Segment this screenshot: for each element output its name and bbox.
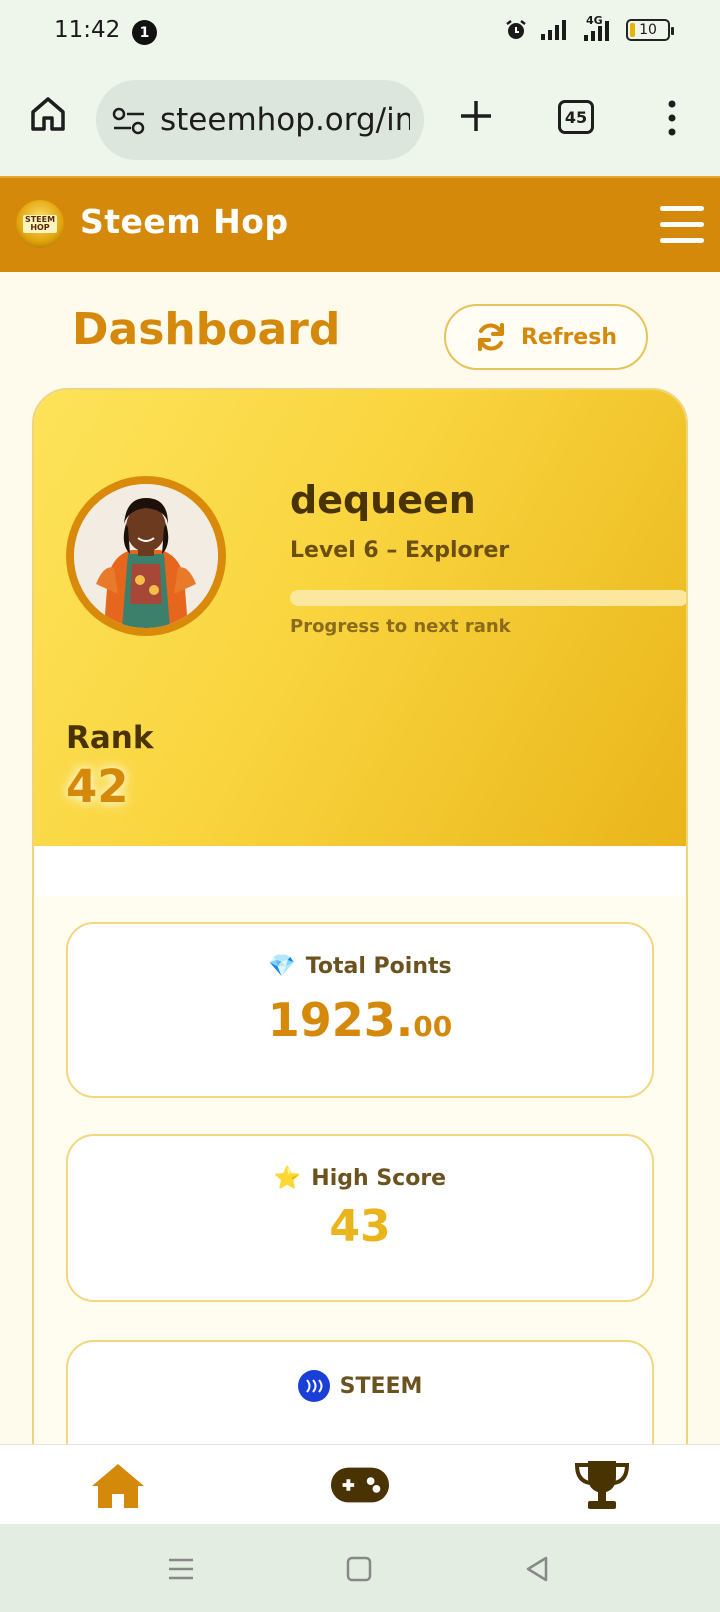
site-settings-icon[interactable]: [112, 106, 146, 136]
system-nav-bar: [0, 1524, 720, 1612]
browser-toolbar: steemhop.org/inc 45: [0, 66, 720, 176]
steem-logo-icon: [297, 1370, 330, 1402]
logo-lettering: STEEM HOP: [22, 215, 58, 233]
username: dequeen: [290, 478, 476, 522]
hamburger-menu-icon[interactable]: [660, 206, 704, 246]
browser-home-icon[interactable]: [28, 94, 68, 134]
trophy-icon: [574, 1461, 630, 1509]
nav-games[interactable]: [330, 1457, 390, 1513]
profile-hero: dequeen Level 6 – Explorer Progress to n…: [34, 390, 686, 846]
high-score-card: ⭐ High Score 43: [66, 1134, 654, 1302]
steem-card: STEEM: [66, 1340, 654, 1444]
progress-label: Progress to next rank: [290, 616, 511, 637]
battery-icon: 10: [626, 19, 674, 41]
avatar: [66, 476, 226, 636]
steem-title: STEEM: [68, 1370, 652, 1402]
high-score-title: ⭐ High Score: [68, 1166, 652, 1191]
site-title[interactable]: Steem Hop: [80, 202, 289, 241]
new-tab-icon[interactable]: [458, 98, 494, 134]
total-points-decimal: 00: [413, 1010, 453, 1043]
status-icons: 4G 10: [504, 14, 674, 42]
high-score-value: 43: [329, 1201, 391, 1252]
back-icon[interactable]: [522, 1554, 552, 1584]
refresh-icon: [478, 323, 505, 351]
browser-menu-icon[interactable]: [662, 98, 682, 138]
page-title: Dashboard: [72, 304, 341, 355]
alarm-icon: [506, 20, 526, 39]
total-points-label: Total Points: [305, 954, 452, 979]
rank-progress-bar: [290, 590, 686, 606]
refresh-button[interactable]: Refresh: [444, 304, 648, 370]
star-icon: ⭐: [273, 1166, 302, 1191]
signal-icon: [541, 20, 566, 40]
refresh-label: Refresh: [521, 324, 617, 350]
url-text[interactable]: steemhop.org/inc: [160, 102, 410, 138]
nav-leaderboard[interactable]: [572, 1457, 632, 1513]
gem-icon: 💎: [268, 954, 296, 979]
logo-text-bottom: HOP: [30, 223, 50, 232]
url-bar[interactable]: steemhop.org/inc: [96, 80, 424, 160]
home-icon: [92, 1464, 144, 1508]
avatar-photo: [74, 484, 218, 628]
battery-level: 10: [639, 22, 657, 38]
rank-label: Rank: [66, 720, 154, 756]
gamepad-icon: [330, 1467, 390, 1503]
nav-home[interactable]: [88, 1457, 148, 1513]
profile-card: dequeen Level 6 – Explorer Progress to n…: [32, 388, 688, 1444]
system-home-icon[interactable]: [344, 1554, 374, 1584]
site-header: STEEM HOP Steem Hop: [0, 176, 720, 272]
site-logo[interactable]: STEEM HOP: [16, 200, 64, 248]
web-page: STEEM HOP Steem Hop Dashboard Refresh de…: [0, 176, 720, 1444]
status-bar: 11:42 1 4G 10: [0, 0, 720, 66]
steem-label: STEEM: [339, 1373, 423, 1399]
4g-signal-icon: 4G: [582, 14, 614, 42]
high-score-label: High Score: [311, 1166, 447, 1191]
status-time: 11:42: [54, 17, 121, 43]
notification-count-badge: 1: [132, 20, 157, 45]
total-points-title: 💎 Total Points: [68, 954, 652, 979]
level-text: Level 6 – Explorer: [290, 538, 510, 563]
bottom-app-nav: [0, 1444, 720, 1524]
tab-switcher-button[interactable]: 45: [558, 100, 594, 134]
total-points-value: 1923.00: [68, 993, 652, 1047]
total-points-whole: 1923.: [267, 993, 414, 1047]
rank-value: 42: [66, 760, 129, 813]
total-points-card: 💎 Total Points 1923.00: [66, 922, 654, 1098]
recent-apps-icon[interactable]: [166, 1554, 196, 1584]
profile-divider-band: [34, 846, 686, 896]
